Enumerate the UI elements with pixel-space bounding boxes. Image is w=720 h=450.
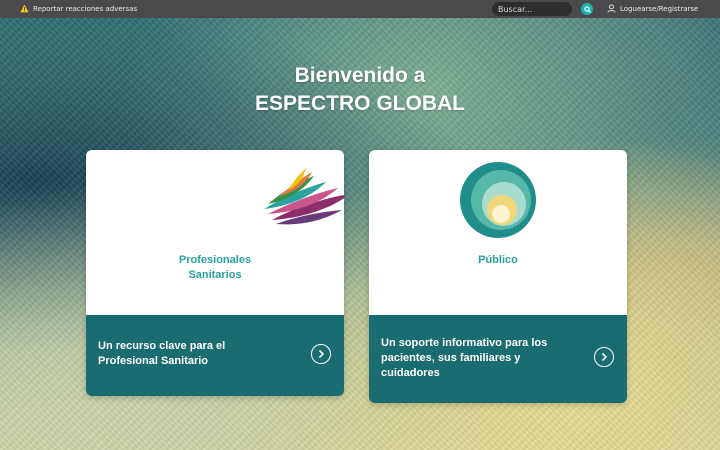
page-title: Bienvenido a ESPECTRO GLOBAL [0,62,720,118]
card-professionals-desc-line-1: Un recurso clave para el [98,340,226,352]
search-button[interactable] [581,3,593,15]
card-professionals-title: Profesionales Sanitarios [86,253,344,283]
report-adverse-reactions-link[interactable]: Reportar reacciones adversas [20,4,137,13]
feathers-logo [264,168,344,225]
chevron-right-icon [601,352,608,362]
card-professionals-footer: Un recurso clave para el Profesional San… [86,315,344,396]
search-icon [583,5,591,13]
card-public[interactable]: Público Un soporte informativo para los … [369,150,627,403]
chevron-right-icon [318,349,325,359]
card-professionals-desc-line-2: Profesional Sanitario [98,355,209,367]
user-icon [607,4,616,13]
spiral-logo [460,162,536,238]
card-public-header: Público [369,150,627,315]
warning-icon [20,4,29,13]
search-input[interactable] [492,2,572,16]
card-professionals[interactable]: Profesionales Sanitarios Un recurso clav… [86,150,344,396]
card-professionals-header: Profesionales Sanitarios [86,150,344,315]
card-public-description: Un soporte informativo para los paciente… [381,336,547,381]
card-public-title-line-1: Público [478,254,518,266]
card-public-desc-line-3: cuidadores [381,367,440,379]
login-label: Loguearse/Registrarse [620,4,699,13]
card-professionals-description: Un recurso clave para el Profesional San… [98,339,225,369]
card-professionals-title-line-2: Sanitarios [188,269,242,281]
title-line-1: Bienvenido a [294,64,426,87]
top-bar: Reportar reacciones adversas Loguearse/R… [0,0,720,18]
card-public-footer: Un soporte informativo para los paciente… [369,315,627,403]
card-professionals-arrow-button[interactable] [311,344,331,364]
report-label: Reportar reacciones adversas [33,4,138,13]
login-register-link[interactable]: Loguearse/Registrarse [607,4,698,13]
title-line-2: ESPECTRO GLOBAL [254,92,465,115]
card-public-desc-line-2: pacientes, sus familiares y [381,352,521,364]
card-public-arrow-button[interactable] [594,347,614,367]
card-professionals-title-line-1: Profesionales [178,254,252,266]
card-public-title: Público [369,253,627,268]
card-public-desc-line-1: Un soporte informativo para los [381,337,548,349]
